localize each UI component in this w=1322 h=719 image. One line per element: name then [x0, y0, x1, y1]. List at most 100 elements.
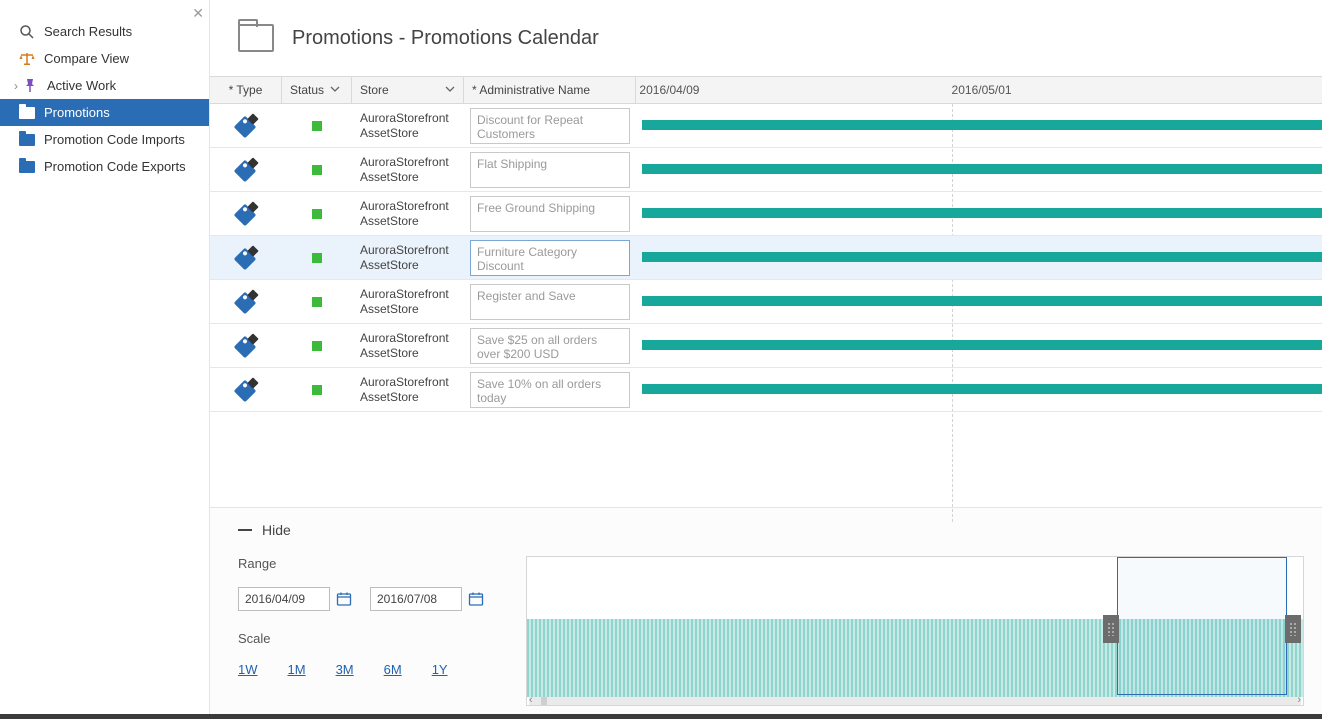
- scale-link-1y[interactable]: 1Y: [432, 662, 448, 677]
- store-name: AuroraStorefrontAssetStore: [360, 287, 456, 317]
- footer-toggle-label: Hide: [262, 522, 291, 538]
- cell-status: [282, 192, 352, 235]
- cell-timeline[interactable]: [636, 280, 1322, 323]
- cell-type: [210, 104, 282, 147]
- folder-icon: [18, 131, 36, 149]
- admin-name-input[interactable]: Save 10% on all orders today: [470, 372, 630, 408]
- timeline-label-0: 2016/04/09: [639, 83, 699, 97]
- status-active-icon: [312, 165, 322, 175]
- cell-store: AuroraStorefrontAssetStore: [352, 324, 464, 367]
- calendar-icon[interactable]: [468, 591, 484, 607]
- sidebar-item-search-results[interactable]: Search Results: [0, 18, 209, 45]
- status-active-icon: [312, 209, 322, 219]
- overview-handle-left[interactable]: [1103, 615, 1119, 643]
- sidebar-item-promo-code-exports[interactable]: Promotion Code Exports: [0, 153, 209, 180]
- overview-window[interactable]: [1117, 557, 1288, 695]
- col-status[interactable]: Status: [282, 77, 352, 103]
- table-row[interactable]: AuroraStorefrontAssetStore Furniture Cate…: [210, 236, 1322, 280]
- close-icon[interactable]: ✕: [192, 5, 204, 22]
- cell-timeline[interactable]: [636, 368, 1322, 411]
- admin-name-input[interactable]: Save $25 on all orders over $200 USD: [470, 328, 630, 364]
- col-store[interactable]: Store: [352, 77, 464, 103]
- cell-timeline[interactable]: [636, 324, 1322, 367]
- gantt-bar[interactable]: [642, 120, 1322, 130]
- bottom-bar: [0, 714, 1322, 719]
- table-row[interactable]: AuroraStorefrontAssetStoreDiscount for R…: [210, 104, 1322, 148]
- cell-status: [282, 104, 352, 147]
- sidebar-item-compare-view[interactable]: Compare View: [0, 45, 209, 72]
- admin-name-input[interactable]: Flat Shipping: [470, 152, 630, 188]
- admin-name-input[interactable]: Furniture Category Discount: [470, 240, 630, 276]
- cell-store: AuroraStorefrontAssetStore: [352, 104, 464, 147]
- chevron-down-icon: [330, 83, 340, 97]
- sidebar-item-promo-code-imports[interactable]: Promotion Code Imports: [0, 126, 209, 153]
- minus-icon: [238, 529, 252, 531]
- cell-timeline[interactable]: [636, 148, 1322, 191]
- scale-link-6m[interactable]: 6M: [384, 662, 402, 677]
- sidebar-item-label: Promotion Code Imports: [44, 132, 185, 147]
- gantt-bar[interactable]: [642, 384, 1322, 394]
- gantt-bar[interactable]: [642, 252, 1322, 262]
- overview-handle-right[interactable]: [1285, 615, 1301, 643]
- gantt-bar[interactable]: [642, 296, 1322, 306]
- overview[interactable]: [526, 556, 1304, 706]
- scale-link-1m[interactable]: 1M: [288, 662, 306, 677]
- store-name: AuroraStorefrontAssetStore: [360, 243, 456, 273]
- cell-timeline[interactable]: [636, 192, 1322, 235]
- pin-icon: [21, 77, 39, 95]
- promotion-icon: [237, 249, 255, 267]
- gantt-bar[interactable]: [642, 164, 1322, 174]
- cell-type: [210, 148, 282, 191]
- range-to-input[interactable]: [370, 587, 462, 611]
- admin-name-input[interactable]: Register and Save: [470, 284, 630, 320]
- gantt-bar[interactable]: [642, 340, 1322, 350]
- cell-status: [282, 324, 352, 367]
- table-row[interactable]: AuroraStorefrontAssetStoreSave 10% on al…: [210, 368, 1322, 412]
- status-active-icon: [312, 297, 322, 307]
- cell-type: [210, 324, 282, 367]
- sidebar-item-label: Active Work: [47, 78, 116, 93]
- cell-admin: Furniture Category Discount: [464, 236, 636, 279]
- col-admin[interactable]: * Administrative Name: [464, 77, 636, 103]
- cell-status: [282, 148, 352, 191]
- scale-link-3m[interactable]: 3M: [336, 662, 354, 677]
- calendar-icon[interactable]: [336, 591, 352, 607]
- cell-status: [282, 280, 352, 323]
- cell-admin: Save 10% on all orders today: [464, 368, 636, 411]
- cell-status: [282, 236, 352, 279]
- sidebar-item-active-work[interactable]: Active Work: [0, 72, 209, 99]
- overview-scrollbar[interactable]: [529, 697, 1301, 705]
- sidebar-item-label: Search Results: [44, 24, 132, 39]
- col-type[interactable]: * Type: [210, 77, 282, 103]
- admin-name-input[interactable]: Discount for Repeat Customers: [470, 108, 630, 144]
- col-timeline[interactable]: 2016/04/09 2016/05/01: [636, 77, 1322, 103]
- sidebar-item-promotions[interactable]: Promotions: [0, 99, 209, 126]
- table-row[interactable]: AuroraStorefrontAssetStore Register and S…: [210, 280, 1322, 324]
- sidebar-item-label: Promotion Code Exports: [44, 159, 186, 174]
- scale-label: Scale: [238, 631, 498, 646]
- store-name: AuroraStorefrontAssetStore: [360, 199, 456, 229]
- sidebar: ✕ Search Results Compare View Active Wor…: [0, 0, 210, 714]
- chevron-down-icon: [445, 83, 455, 97]
- gantt-bar[interactable]: [642, 208, 1322, 218]
- cell-admin: Flat Shipping: [464, 148, 636, 191]
- promotion-icon: [237, 293, 255, 311]
- admin-name-input[interactable]: Free Ground Shipping: [470, 196, 630, 232]
- table-body: AuroraStorefrontAssetStoreDiscount for R…: [210, 104, 1322, 412]
- footer-toggle[interactable]: Hide: [238, 522, 1304, 538]
- cell-timeline[interactable]: [636, 104, 1322, 147]
- cell-type: [210, 280, 282, 323]
- range-from-input[interactable]: [238, 587, 330, 611]
- cell-store: AuroraStorefrontAssetStore: [352, 148, 464, 191]
- table-row[interactable]: AuroraStorefrontAssetStore Free Ground Sh…: [210, 192, 1322, 236]
- cell-timeline[interactable]: [636, 236, 1322, 279]
- table-row[interactable]: AuroraStorefrontAssetStoreSave $25 on al…: [210, 324, 1322, 368]
- cell-type: [210, 192, 282, 235]
- scale-link-1w[interactable]: 1W: [238, 662, 258, 677]
- table-row[interactable]: AuroraStorefrontAssetStoreFlat Shipping: [210, 148, 1322, 192]
- status-active-icon: [312, 253, 322, 263]
- cell-store: AuroraStorefrontAssetStore: [352, 280, 464, 323]
- table-header: * Type Status Store * Administrative Nam…: [210, 76, 1322, 104]
- search-icon: [18, 23, 36, 41]
- range-label: Range: [238, 556, 498, 571]
